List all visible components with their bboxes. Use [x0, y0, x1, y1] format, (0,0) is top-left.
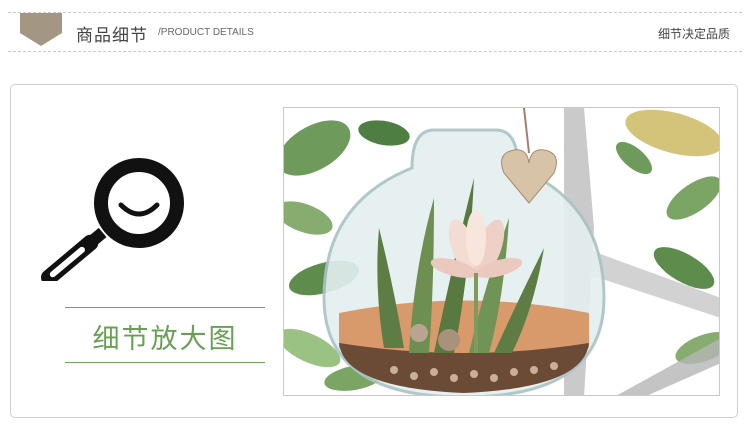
label-bottom-line	[65, 362, 265, 363]
product-detail-image	[283, 107, 720, 396]
detail-card: 细节放大图	[10, 84, 738, 418]
section-header: 商品细节 /PRODUCT DETAILS 细节决定品质	[8, 12, 742, 52]
header-title: 商品细节	[76, 26, 148, 46]
header-badge-icon	[20, 13, 62, 46]
detail-label: 细节放大图	[92, 324, 238, 355]
detail-label-block: 细节放大图	[65, 307, 265, 363]
terrarium-illustration	[284, 108, 719, 395]
magnifier-icon	[41, 158, 184, 281]
header-tagline: 细节决定品质	[657, 27, 730, 41]
header-subtitle: /PRODUCT DETAILS	[158, 27, 254, 38]
label-top-line	[65, 307, 265, 308]
